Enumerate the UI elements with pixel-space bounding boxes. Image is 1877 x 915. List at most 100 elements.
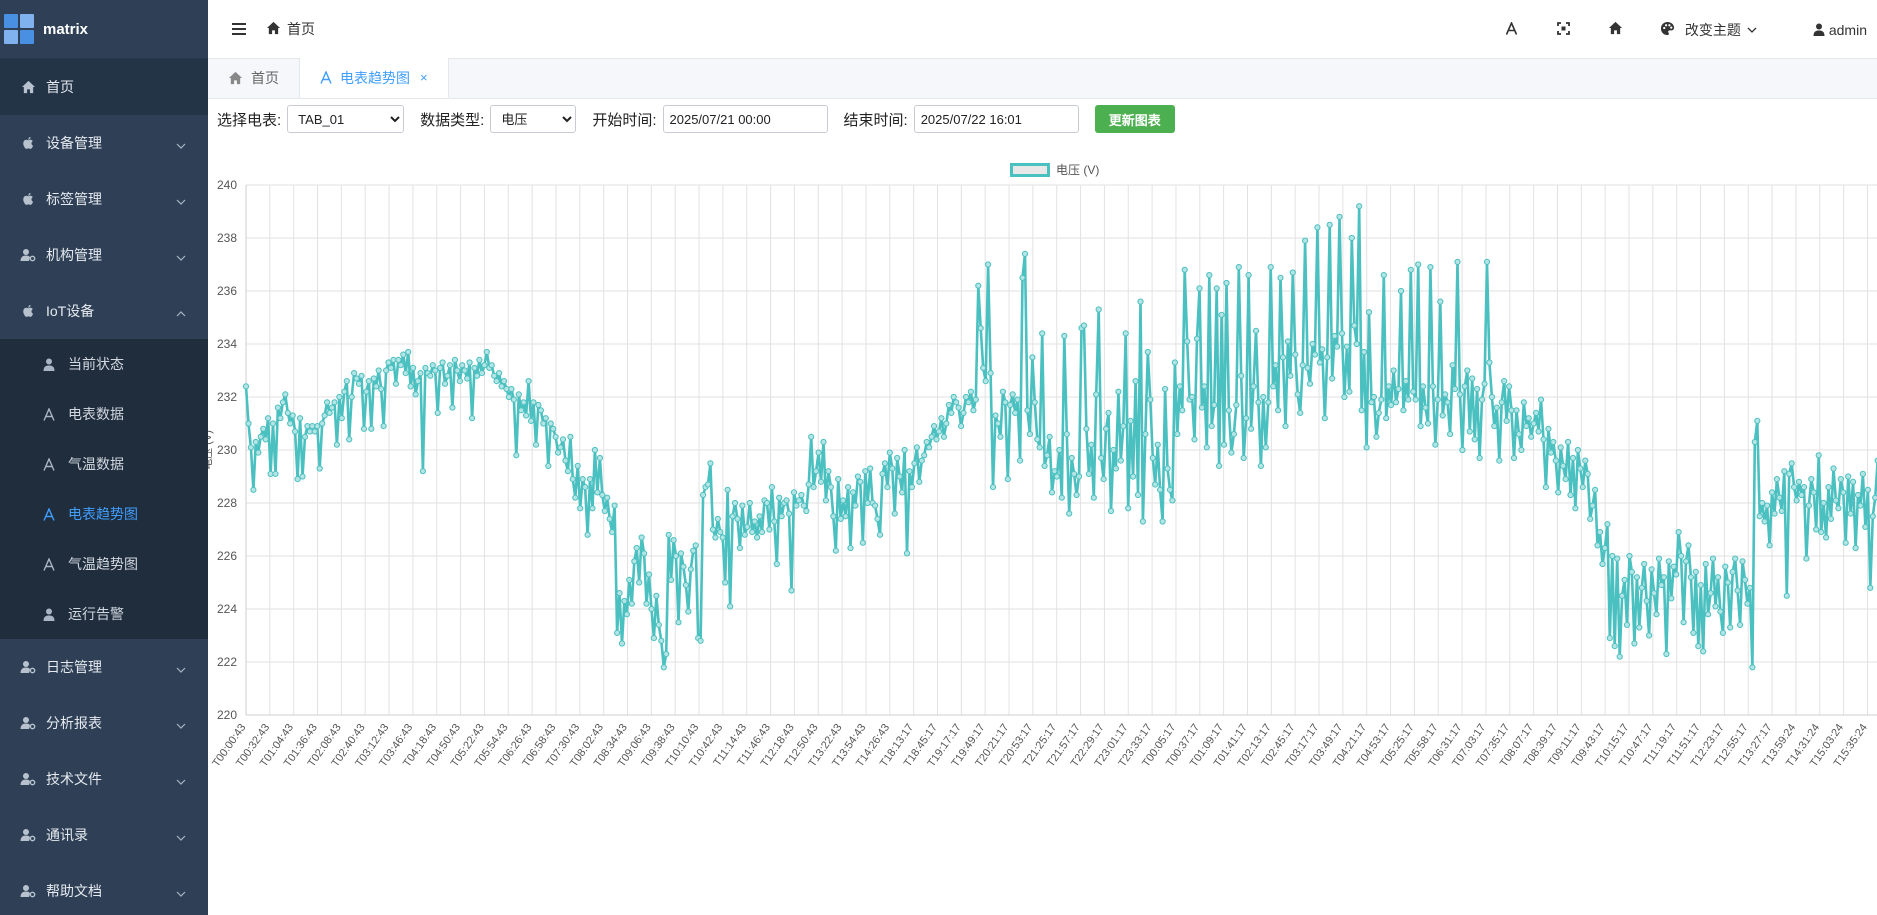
data-point	[908, 484, 916, 491]
data-point	[567, 433, 574, 440]
data-point	[1235, 264, 1242, 271]
sidebar-item-tech-docs[interactable]: 技术文件	[0, 751, 208, 807]
data-point	[1061, 332, 1068, 340]
brand[interactable]: matrix	[0, 0, 208, 59]
data-point	[1739, 558, 1746, 565]
sidebar-item-home[interactable]: 首页	[0, 59, 208, 115]
data-point	[1687, 574, 1695, 581]
sidebar-item-label: 设备管理	[46, 135, 102, 151]
sidebar-subitem-temp-data[interactable]: 气温数据	[0, 439, 208, 489]
data-point	[1017, 457, 1024, 464]
data-point	[1859, 470, 1867, 477]
type-select[interactable]: 电压	[490, 105, 577, 133]
tab-label: 首页	[251, 70, 279, 86]
data-point	[1832, 497, 1840, 504]
sidebar-item-help-docs[interactable]: 帮助文档	[0, 863, 208, 915]
theme-dropdown[interactable]: 改变主题	[1660, 20, 1757, 40]
update-chart-button[interactable]: 更新图表	[1094, 105, 1175, 133]
data-point	[1577, 465, 1584, 472]
sidebar-item-org-management[interactable]: 机构管理	[0, 227, 208, 283]
data-point	[1631, 640, 1638, 647]
data-point	[714, 515, 721, 522]
data-point	[1596, 529, 1604, 536]
data-point	[1655, 555, 1663, 562]
data-point	[1343, 343, 1351, 350]
data-point	[1533, 409, 1540, 416]
data-point	[1609, 552, 1616, 560]
home-icon	[1608, 21, 1623, 38]
data-point	[555, 449, 562, 456]
sidebar-item-analysis-reports[interactable]: 分析报表	[0, 695, 208, 751]
data-point	[1518, 446, 1525, 454]
sidebar-subitem-current-status[interactable]: 当前状态	[0, 339, 208, 389]
data-point	[1422, 404, 1429, 411]
data-point	[1614, 555, 1621, 562]
data-point	[1481, 380, 1488, 387]
sidebar-subitem-alarms[interactable]: 运行告警	[0, 589, 208, 639]
data-point	[1764, 502, 1771, 509]
data-point	[1051, 468, 1058, 475]
user-gear-icon	[20, 715, 36, 731]
sidebar-subitem-meter-trend[interactable]: 电表趋势图	[0, 489, 208, 539]
data-point	[658, 637, 665, 644]
data-point	[247, 444, 255, 451]
tab-meter-trend[interactable]: 电表趋势图 ×	[300, 58, 449, 98]
data-point	[1842, 539, 1849, 546]
menu-toggle-icon[interactable]	[230, 20, 248, 38]
data-point	[1380, 272, 1387, 279]
breadcrumb[interactable]: 首页	[266, 19, 315, 39]
close-icon[interactable]: ×	[420, 70, 428, 85]
data-point	[1164, 465, 1171, 472]
data-point	[1530, 420, 1537, 427]
sidebar-item-tag-management[interactable]: 标签管理	[0, 171, 208, 227]
home-button[interactable]	[1590, 0, 1642, 59]
user-menu[interactable]: admin	[1813, 22, 1867, 38]
data-point	[1348, 234, 1355, 242]
data-point	[1203, 444, 1210, 451]
data-point	[392, 380, 399, 387]
data-point	[1724, 579, 1731, 586]
end-time-input[interactable]	[913, 105, 1079, 133]
data-point	[729, 513, 736, 520]
fullscreen-button[interactable]	[1538, 0, 1590, 59]
sidebar-item-log-management[interactable]: 日志管理	[0, 639, 208, 695]
start-time-input[interactable]	[662, 105, 828, 133]
data-point	[798, 491, 805, 499]
data-point	[820, 438, 827, 446]
data-point	[1390, 367, 1397, 374]
breadcrumb-label: 首页	[287, 21, 315, 37]
sidebar-item-device-management[interactable]: 设备管理	[0, 115, 208, 171]
data-point	[903, 550, 911, 557]
data-point	[1793, 497, 1800, 504]
data-point	[1447, 431, 1454, 438]
data-point	[1869, 513, 1876, 520]
data-point	[1053, 473, 1061, 480]
data-point	[999, 388, 1007, 395]
tab-home[interactable]: 首页	[208, 58, 300, 98]
data-point	[1508, 407, 1515, 414]
data-point	[1714, 574, 1722, 581]
sidebar-subitem-meter-data[interactable]: 电表数据	[0, 389, 208, 439]
data-point	[1238, 372, 1245, 379]
meter-select[interactable]: TAB_01	[287, 105, 405, 133]
data-point	[962, 393, 970, 401]
data-point	[1275, 407, 1282, 414]
data-point	[756, 513, 763, 520]
data-point	[891, 510, 898, 517]
data-point	[451, 356, 458, 363]
data-point	[1036, 444, 1043, 451]
data-point	[1309, 340, 1316, 348]
sidebar-subitem-temp-trend[interactable]: 气温趋势图	[0, 539, 208, 589]
data-point	[847, 544, 854, 552]
y-tick-label: 234	[217, 337, 237, 351]
font-size-button[interactable]	[1486, 0, 1538, 59]
data-point	[1464, 367, 1471, 374]
data-point	[1798, 491, 1805, 499]
data-point	[1248, 425, 1255, 432]
sidebar-item-iot-devices[interactable]: IoT设备	[0, 283, 208, 339]
sidebar-item-contacts[interactable]: 通讯录	[0, 807, 208, 863]
data-point	[1144, 348, 1151, 356]
y-axis-label: 电压 (V)	[208, 430, 214, 470]
data-point	[1373, 433, 1380, 440]
data-point	[279, 399, 287, 406]
